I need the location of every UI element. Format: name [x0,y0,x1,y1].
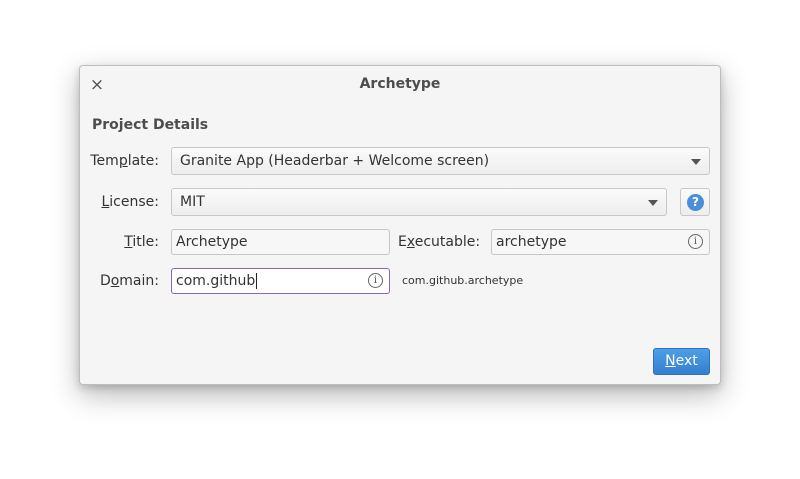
license-help-button[interactable]: ? [680,188,710,216]
next-button[interactable]: Next [653,348,710,375]
archetype-dialog: × Archetype Project Details Template: Gr… [79,65,721,385]
template-label: Template: [80,147,159,175]
info-icon[interactable]: i [688,234,703,249]
next-label-text: ext [675,353,698,369]
title-label-text: itle: [132,234,159,250]
template-label-text: Tem [90,153,119,169]
domain-input-value: com.github [176,273,256,289]
domain-input[interactable]: com.github i [171,268,390,294]
section-title: Project Details [92,117,209,133]
app-id-preview: com.github.archetype [402,274,524,287]
text-cursor [256,273,258,289]
title-input-value: Archetype [176,234,248,250]
template-label-text-end: late: [127,153,159,169]
domain-label-text-end: main: [119,273,159,289]
domain-label-mnemonic: o [110,273,120,289]
license-label-text: icense: [109,194,159,210]
next-label-mnemonic: N [665,353,676,369]
executable-label: Executable: [398,228,480,256]
template-value: Granite App (Headerbar + Welcome screen) [180,153,490,169]
license-label: License: [80,188,159,216]
template-combo[interactable]: Granite App (Headerbar + Welcome screen) [171,147,710,175]
chevron-down-icon [648,200,658,206]
chevron-down-icon [691,159,701,165]
executable-label-text: E [398,234,407,250]
executable-label-mnemonic: x [406,234,415,250]
domain-label: Domain: [80,267,159,295]
domain-label-text: D [99,273,111,289]
window-title: Archetype [359,76,441,92]
title-input[interactable]: Archetype [171,229,390,255]
executable-label-text-end: ecutable: [414,234,481,250]
template-label-mnemonic: p [118,153,128,169]
executable-input-value: archetype [496,234,567,250]
help-icon: ? [687,194,704,211]
info-icon[interactable]: i [368,273,383,288]
executable-input[interactable]: archetype i [491,229,710,255]
title-label: Title: [80,228,159,256]
license-combo[interactable]: MIT [171,188,667,216]
license-value: MIT [180,194,205,210]
headerbar: × Archetype [80,66,720,104]
